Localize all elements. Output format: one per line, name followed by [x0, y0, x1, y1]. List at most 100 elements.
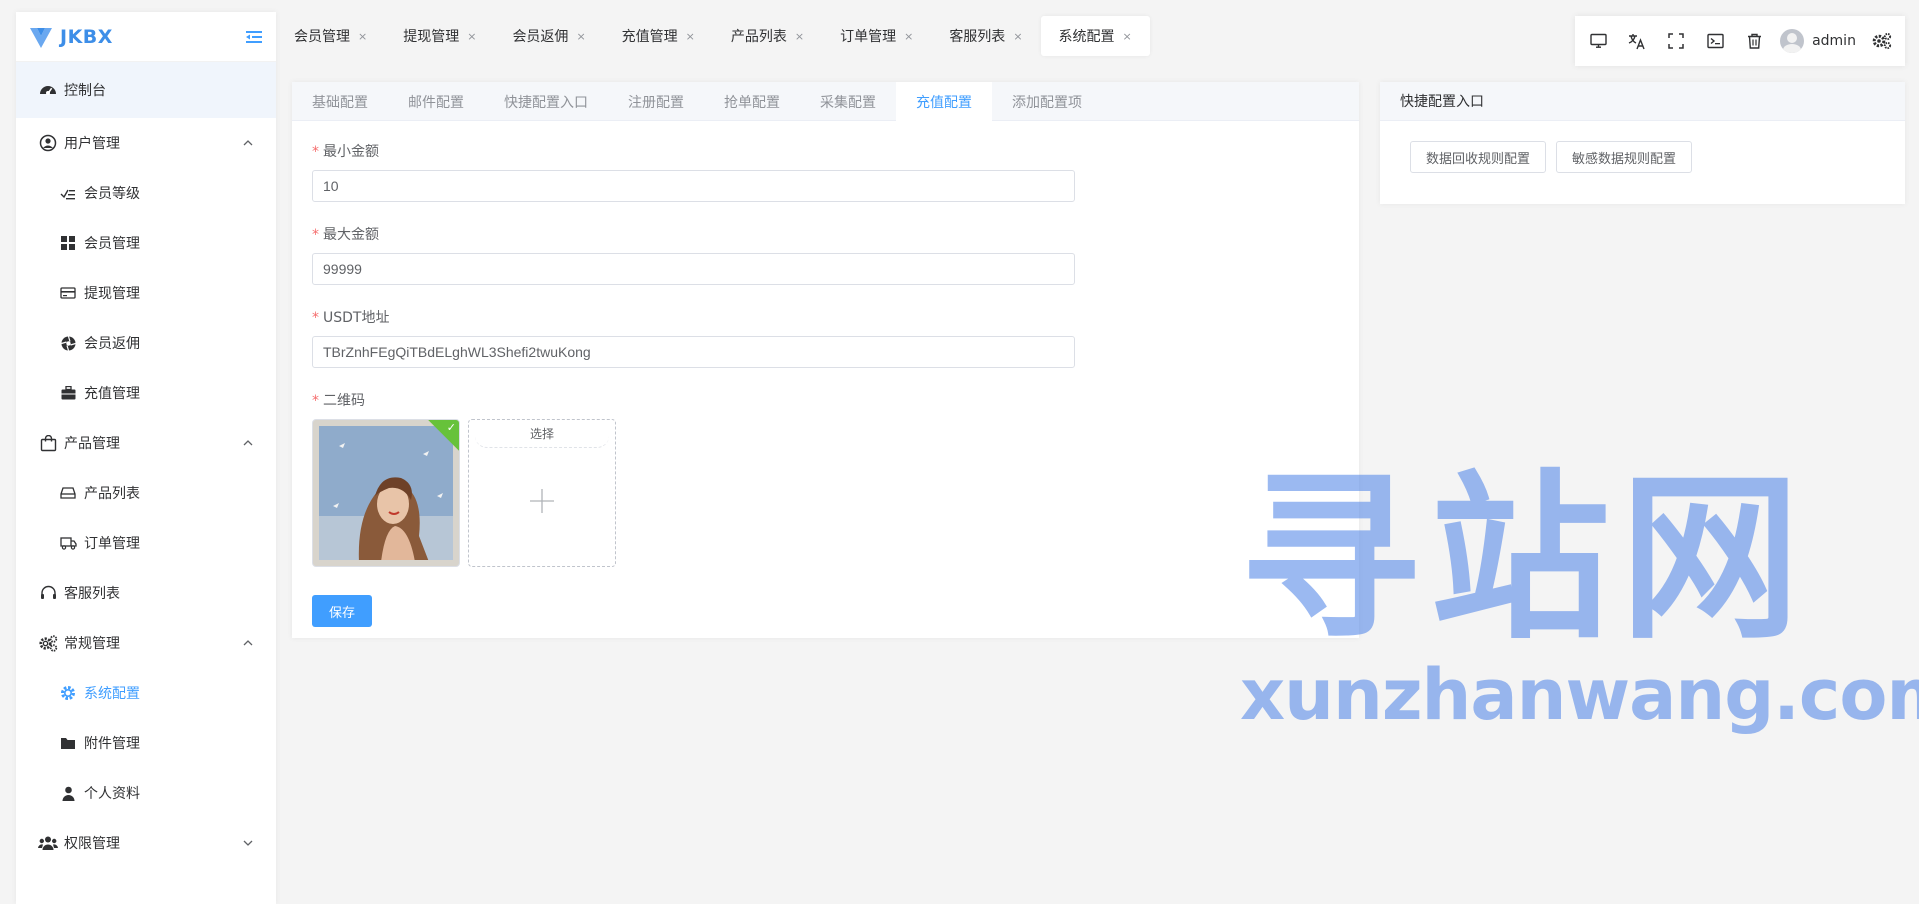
tab-support[interactable]: 客服列表 ×	[931, 16, 1040, 56]
sidebar-item-label: 用户管理	[64, 136, 120, 152]
briefcase-icon	[58, 383, 78, 403]
sidebar-item-label: 个人资料	[84, 786, 140, 802]
quick-config-card: 快捷配置入口 数据回收规则配置 敏感数据规则配置	[1380, 82, 1905, 204]
shopping-bag-icon	[38, 433, 58, 453]
recharge-form: *最小金额 *最大金额 *USDT地址 *二维码	[292, 121, 1359, 627]
save-button[interactable]: 保存	[312, 595, 372, 627]
folder-icon	[58, 733, 78, 753]
close-icon[interactable]: ×	[467, 30, 476, 43]
max-amount-input[interactable]	[312, 253, 1075, 285]
sidebar-item-label: 权限管理	[64, 836, 120, 852]
translate-icon[interactable]	[1624, 28, 1650, 54]
choose-label: 选择	[475, 420, 609, 448]
close-icon[interactable]: ×	[904, 30, 913, 43]
field-qrcode: * 二维码 ✓ 选择	[312, 390, 1339, 567]
qrcode-thumbnail[interactable]: ✓	[312, 419, 460, 567]
tab-member-manage[interactable]: 会员管理 ×	[276, 16, 385, 56]
label-text: USDT地址	[323, 310, 390, 326]
tab-product-list[interactable]: 产品列表 ×	[713, 16, 822, 56]
tab-register-config[interactable]: 注册配置	[608, 82, 704, 121]
sidebar-group-user[interactable]: 用户管理	[16, 118, 276, 168]
tab-grab-config[interactable]: 抢单配置	[704, 82, 800, 121]
trash-icon[interactable]	[1741, 28, 1767, 54]
close-icon[interactable]: ×	[795, 30, 804, 43]
field-label: * 二维码	[312, 390, 1339, 410]
close-icon[interactable]: ×	[1013, 30, 1022, 43]
sidebar-item-label: 产品管理	[64, 436, 120, 452]
sidebar-item-label: 提现管理	[84, 286, 140, 302]
tab-collect-config[interactable]: 采集配置	[800, 82, 896, 121]
sidebar: JKBX 控制台 用户管理 会员等级 会员管理 提现管理 会员返佣 充值管理 产…	[16, 12, 276, 904]
sidebar-item-system-config[interactable]: 系统配置	[16, 668, 276, 718]
menu-collapse-icon[interactable]	[244, 27, 264, 47]
usdt-address-input[interactable]	[312, 336, 1075, 368]
sidebar-item-label: 附件管理	[84, 736, 140, 752]
sidebar-item-label: 会员等级	[84, 186, 140, 202]
required-mark: *	[312, 227, 319, 243]
config-tabs: 基础配置 邮件配置 快捷配置入口 注册配置 抢单配置 采集配置 充值配置 添加配…	[292, 82, 1359, 121]
chevron-up-icon	[243, 440, 253, 446]
field-max-amount: * 最大金额	[312, 224, 1339, 285]
tab-recharge[interactable]: 充值管理 ×	[604, 16, 713, 56]
fullscreen-icon[interactable]	[1663, 28, 1689, 54]
sidebar-item-support[interactable]: 客服列表	[16, 568, 276, 618]
sidebar-item-attachments[interactable]: 附件管理	[16, 718, 276, 768]
tab-recharge-config[interactable]: 充值配置	[896, 82, 992, 121]
sidebar-item-recharge[interactable]: 充值管理	[16, 368, 276, 418]
tab-quick-entry[interactable]: 快捷配置入口	[484, 82, 608, 121]
tab-withdraw[interactable]: 提现管理 ×	[385, 16, 494, 56]
truck-icon	[58, 533, 78, 553]
tab-commission[interactable]: 会员返佣 ×	[494, 16, 603, 56]
users-icon	[38, 833, 58, 853]
sidebar-item-withdraw[interactable]: 提现管理	[16, 268, 276, 318]
tab-label: 会员管理	[294, 29, 350, 45]
user-circle-icon	[38, 133, 58, 153]
image-chooser[interactable]: 选择	[468, 419, 616, 567]
watermark-domain: xunzhanwang.com	[1240, 654, 1919, 736]
monitor-icon[interactable]	[1585, 28, 1611, 54]
close-icon[interactable]: ×	[1123, 30, 1132, 43]
required-mark: *	[312, 393, 319, 409]
config-panel: 基础配置 邮件配置 快捷配置入口 注册配置 抢单配置 采集配置 充值配置 添加配…	[292, 82, 1359, 638]
hdd-icon	[58, 483, 78, 503]
sidebar-item-label: 会员返佣	[84, 336, 140, 352]
aperture-icon	[58, 333, 78, 353]
person-icon	[58, 783, 78, 803]
sidebar-item-profile[interactable]: 个人资料	[16, 768, 276, 818]
sidebar-item-label: 会员管理	[84, 236, 140, 252]
sidebar-item-member-manage[interactable]: 会员管理	[16, 218, 276, 268]
settings-cogs-icon[interactable]	[1869, 28, 1895, 54]
sidebar-item-dashboard[interactable]: 控制台	[16, 62, 276, 118]
close-icon[interactable]: ×	[358, 30, 367, 43]
sidebar-item-label: 充值管理	[84, 386, 140, 402]
sidebar-item-product-list[interactable]: 产品列表	[16, 468, 276, 518]
tab-basic-config[interactable]: 基础配置	[292, 82, 388, 121]
sidebar-group-product[interactable]: 产品管理	[16, 418, 276, 468]
upload-list: ✓ 选择	[312, 419, 1339, 567]
username: admin	[1812, 33, 1856, 49]
grid-icon	[58, 233, 78, 253]
tab-order[interactable]: 订单管理 ×	[822, 16, 931, 56]
required-mark: *	[312, 310, 319, 326]
sidebar-item-commission[interactable]: 会员返佣	[16, 318, 276, 368]
tab-mail-config[interactable]: 邮件配置	[388, 82, 484, 121]
tab-add-config-item[interactable]: 添加配置项	[992, 82, 1102, 121]
min-amount-input[interactable]	[312, 170, 1075, 202]
sidebar-item-member-level[interactable]: 会员等级	[16, 168, 276, 218]
data-recycle-rule-button[interactable]: 数据回收规则配置	[1410, 141, 1547, 173]
terminal-icon[interactable]	[1702, 28, 1728, 54]
headset-icon	[38, 583, 58, 603]
user-menu[interactable]: admin	[1780, 29, 1856, 53]
field-label: * 最大金额	[312, 224, 1339, 244]
dashboard-icon	[38, 80, 58, 100]
sensitive-data-rule-button[interactable]: 敏感数据规则配置	[1556, 141, 1693, 173]
sidebar-group-permission[interactable]: 权限管理	[16, 818, 276, 868]
level-icon	[58, 183, 78, 203]
sidebar-item-order[interactable]: 订单管理	[16, 518, 276, 568]
close-icon[interactable]: ×	[686, 30, 695, 43]
close-icon[interactable]: ×	[576, 30, 585, 43]
card-title: 快捷配置入口	[1380, 82, 1905, 121]
sidebar-group-general[interactable]: 常规管理	[16, 618, 276, 668]
tab-label: 产品列表	[730, 29, 787, 45]
tab-system-config[interactable]: 系统配置 ×	[1040, 16, 1150, 56]
